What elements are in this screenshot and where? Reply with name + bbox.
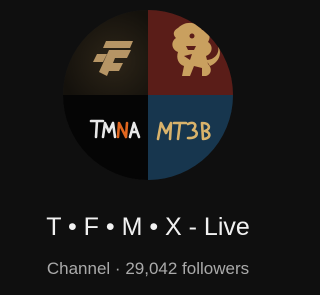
mt3b-logo-icon (156, 121, 211, 141)
avatar-quadrant-mt3b (148, 95, 233, 180)
lion-crest-icon (172, 22, 220, 76)
channel-type-label: Channel (46, 259, 111, 278)
meta-separator: · (114, 259, 121, 278)
tmna-logo-icon (89, 119, 141, 139)
avatar-quadrant-lion (148, 10, 233, 95)
subscriber-count: 29,042 followers (125, 259, 250, 278)
tf-logo-icon (93, 41, 133, 76)
avatar-quadrant-tf (63, 10, 148, 95)
avatar-quadrant-tmna (63, 95, 148, 180)
channel-card[interactable]: T • F • M • X - Live Channel · 29,042 fo… (0, 0, 296, 295)
channel-name[interactable]: T • F • M • X - Live (0, 212, 296, 242)
channel-avatar[interactable] (63, 10, 233, 180)
channel-meta: Channel · 29,042 followers (0, 257, 296, 281)
